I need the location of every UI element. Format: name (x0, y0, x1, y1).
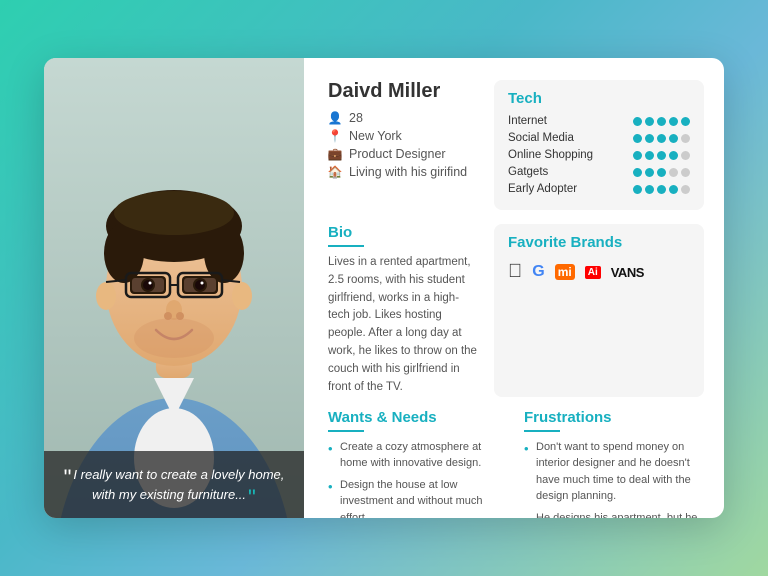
dots-shopping (633, 151, 690, 160)
tech-row-adopter: Early Adopter (508, 183, 690, 195)
living-item: 🏠 Living with his girifind (328, 165, 478, 179)
job-value: Product Designer (349, 147, 446, 161)
dot-empty (681, 151, 690, 160)
person-icon: 👤 (328, 111, 342, 125)
dot (633, 151, 642, 160)
dots-adopter (633, 185, 690, 194)
wants-title: Wants & Needs (328, 409, 508, 426)
location-value: New York (349, 129, 402, 143)
dot (633, 168, 642, 177)
vans-brand-icon: VANS (611, 265, 644, 280)
frustration-item-1: Don't want to spend money on interior de… (524, 439, 704, 505)
profile-name: Daivd Miller (328, 80, 478, 103)
dots-internet (633, 117, 690, 126)
frustrations-title: Frustrations (524, 409, 704, 426)
adobe-brand-icon: Ai (585, 266, 601, 279)
dot-empty (681, 134, 690, 143)
brands-title: Favorite Brands (508, 234, 690, 251)
dot (633, 117, 642, 126)
wants-item-2: Design the house at low investment and w… (328, 477, 508, 519)
tech-box: Tech Internet Social Media (494, 80, 704, 210)
dot (645, 117, 654, 126)
frustrations-section: Frustrations Don't want to spend money o… (524, 409, 704, 519)
photo-section: "I really want to create a lovely home, … (44, 58, 304, 518)
home-icon: 🏠 (328, 165, 342, 179)
living-value: Living with his girifind (349, 165, 467, 179)
tech-row-shopping: Online Shopping (508, 149, 690, 161)
dot (633, 134, 642, 143)
info-section: Daivd Miller 👤 28 📍 New York 💼 Product D… (304, 58, 724, 518)
brands-icons:  G mi Ai VANS (508, 261, 690, 283)
dot (657, 168, 666, 177)
tech-row-internet: Internet (508, 115, 690, 127)
bio-divider (328, 245, 364, 247)
dot-empty (669, 168, 678, 177)
open-quote: " (64, 465, 72, 490)
tech-label-gadgets: Gatgets (508, 166, 598, 178)
quote-bar: "I really want to create a lovely home, … (44, 451, 304, 518)
profile-details: Daivd Miller 👤 28 📍 New York 💼 Product D… (328, 80, 478, 210)
dot (645, 168, 654, 177)
mid-row: Bio Lives in a rented apartment, 2.5 roo… (328, 224, 704, 397)
dot (645, 134, 654, 143)
dot (657, 134, 666, 143)
mi-brand-icon: mi (555, 264, 575, 280)
frustrations-list: Don't want to spend money on interior de… (524, 439, 704, 519)
tech-row-gadgets: Gatgets (508, 166, 690, 178)
person-illustration (44, 58, 304, 518)
frustration-item-2: He designs his apartment, but he thinks … (524, 510, 704, 519)
job-item: 💼 Product Designer (328, 147, 478, 161)
dot (681, 117, 690, 126)
briefcase-icon: 💼 (328, 147, 342, 161)
dots-gadgets (633, 168, 690, 177)
google-brand-icon: G (532, 263, 544, 281)
tech-label-shopping: Online Shopping (508, 149, 598, 161)
wants-list: Create a cozy atmosphere at home with in… (328, 439, 508, 519)
tech-row-social: Social Media (508, 132, 690, 144)
wants-divider (328, 430, 364, 432)
location-icon: 📍 (328, 129, 342, 143)
dot (657, 185, 666, 194)
close-quote: " (248, 485, 256, 510)
bio-text: Lives in a rented apartment, 2.5 rooms, … (328, 254, 478, 397)
bottom-row: Wants & Needs Create a cozy atmosphere a… (328, 409, 704, 519)
apple-brand-icon:  (508, 261, 522, 283)
wants-item-1: Create a cozy atmosphere at home with in… (328, 439, 508, 472)
wants-section: Wants & Needs Create a cozy atmosphere a… (328, 409, 508, 519)
bio-section: Bio Lives in a rented apartment, 2.5 roo… (328, 224, 478, 397)
dot (633, 185, 642, 194)
tech-label-internet: Internet (508, 115, 598, 127)
dot-empty (681, 168, 690, 177)
dot (657, 117, 666, 126)
brands-box: Favorite Brands  G mi Ai VANS (494, 224, 704, 397)
bio-title: Bio (328, 224, 478, 241)
tech-label-social: Social Media (508, 132, 598, 144)
dot (669, 134, 678, 143)
top-row: Daivd Miller 👤 28 📍 New York 💼 Product D… (328, 80, 704, 210)
location-item: 📍 New York (328, 129, 478, 143)
tech-label-adopter: Early Adopter (508, 183, 598, 195)
dot (669, 185, 678, 194)
dot (669, 151, 678, 160)
age-value: 28 (349, 111, 363, 125)
dot (645, 151, 654, 160)
dot (657, 151, 666, 160)
tech-title: Tech (508, 90, 690, 107)
dot-empty (681, 185, 690, 194)
dot (645, 185, 654, 194)
age-item: 👤 28 (328, 111, 478, 125)
dots-social (633, 134, 690, 143)
frustrations-divider (524, 430, 560, 432)
persona-card: "I really want to create a lovely home, … (44, 58, 724, 518)
dot (669, 117, 678, 126)
